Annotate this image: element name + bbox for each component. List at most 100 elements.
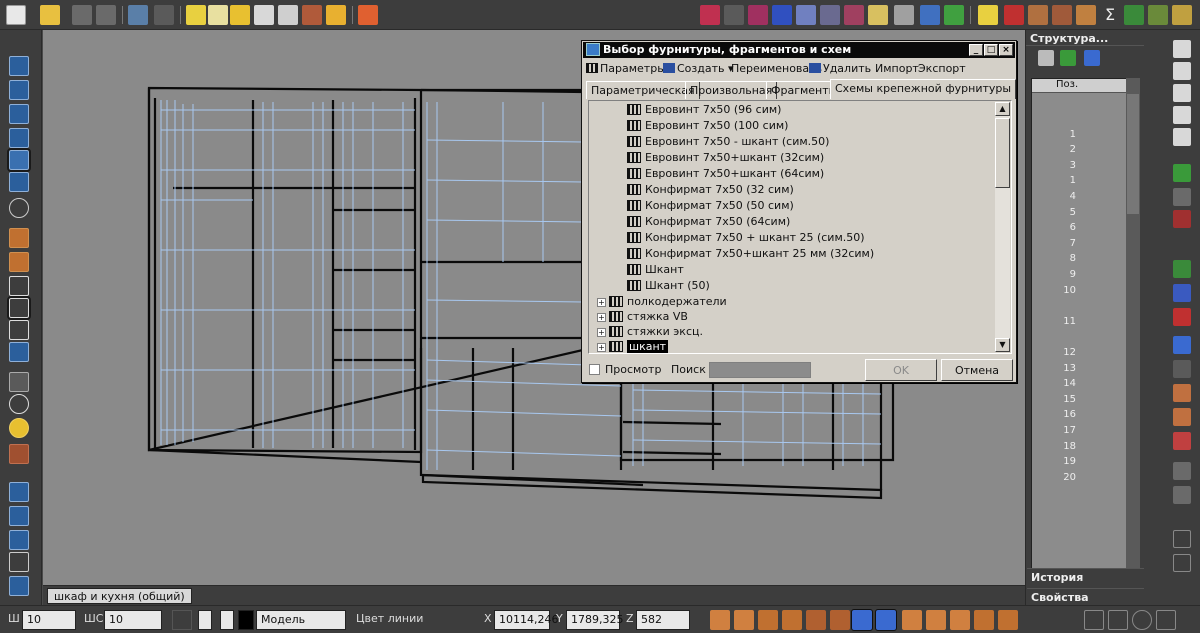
grid-icon[interactable] (230, 5, 250, 25)
clock-icon[interactable] (254, 5, 274, 25)
door-add-icon[interactable] (1173, 408, 1191, 426)
ungroup-icon[interactable] (1173, 486, 1191, 504)
tree-group-item[interactable]: + стяжка VB (597, 310, 688, 326)
tree-leaf-item[interactable]: Евровинт 7x50 (96 сим) (627, 103, 781, 119)
tree-leaf-item[interactable]: Евровинт 7x50+шкант (64сим) (627, 167, 824, 183)
circle-icon[interactable] (1132, 610, 1152, 630)
panel-icon[interactable] (1052, 5, 1072, 25)
tree-leaf-item[interactable]: Конфирмат 7x50 (64сим) (627, 215, 790, 231)
tools-icon[interactable] (1038, 50, 1054, 66)
close-button[interactable]: × (999, 44, 1013, 56)
triangle-icon[interactable] (1108, 610, 1128, 630)
redo-icon[interactable] (154, 5, 174, 25)
render-icon[interactable] (9, 394, 29, 414)
layout-icon[interactable] (9, 342, 29, 362)
position-number[interactable]: 1 (1032, 129, 1076, 140)
sum-icon[interactable]: Σ (1100, 5, 1120, 25)
step-input[interactable]: 10 (22, 610, 76, 630)
light-bulb-icon[interactable] (198, 610, 212, 630)
angle-step-input[interactable]: 10 (104, 610, 162, 630)
layer-select[interactable]: Модель (256, 610, 346, 630)
menu-delete[interactable]: Удалить (809, 62, 871, 75)
close-panel-icon[interactable] (1173, 40, 1191, 58)
group-icon[interactable] (1173, 462, 1191, 480)
y-coordinate[interactable]: 1789,325 (566, 610, 624, 630)
menu-parameters[interactable]: Параметры (586, 62, 666, 75)
notes-icon[interactable] (978, 5, 998, 25)
tree-leaf-item[interactable]: Шкант (627, 263, 684, 279)
check-icon[interactable] (1124, 5, 1144, 25)
position-number[interactable]: 11 (1032, 316, 1076, 327)
menu-import[interactable]: Импорт (875, 62, 919, 75)
copy-icon[interactable] (358, 5, 378, 25)
panel-green-icon[interactable] (1173, 260, 1191, 278)
magnifier-icon[interactable] (9, 552, 29, 572)
tree-leaf-item[interactable]: Евровинт 7x50 (100 сим) (627, 119, 788, 135)
arc-icon[interactable] (1156, 610, 1176, 630)
tree-group-item[interactable]: + полкодержатели (597, 295, 727, 311)
position-number[interactable]: 1 (1032, 175, 1076, 186)
ok-icon[interactable] (1173, 554, 1191, 572)
expand-icon[interactable]: + (597, 328, 606, 337)
snap-tool-13-icon[interactable] (998, 610, 1018, 630)
document-tab[interactable]: шкаф и кухня (общий) (47, 588, 192, 604)
hidden-line-icon[interactable] (9, 276, 29, 296)
position-number[interactable]: 18 (1032, 441, 1076, 452)
position-number[interactable]: 12 (1032, 347, 1076, 358)
position-number[interactable]: 4 (1032, 191, 1076, 202)
position-list[interactable]: Поз. 1 2 3 1 4 5 6 7 8 9 10 11 12 13 14 15 16 17 18 19 20 (1031, 78, 1135, 583)
position-number[interactable]: 9 (1032, 269, 1076, 280)
tree-leaf-item[interactable]: Конфирмат 7x50 (32 сим) (627, 183, 794, 199)
scroll-thumb[interactable] (995, 118, 1010, 188)
view-iso-icon[interactable] (9, 128, 29, 148)
tree-leaf-item[interactable]: Конфирмат 7x50+шкант 25 мм (32сим) (627, 247, 874, 263)
snap-tool-9-icon[interactable] (902, 610, 922, 630)
snap-tool-10-icon[interactable] (926, 610, 946, 630)
snap-axes-icon[interactable] (700, 5, 720, 25)
tree-group-item[interactable]: + стяжки эксц. (597, 325, 703, 341)
history-header[interactable]: История (1027, 568, 1144, 586)
snap-tool-2-icon[interactable] (734, 610, 754, 630)
tree-leaf-item[interactable]: Шкант (50) (627, 279, 710, 295)
panel-blue-icon[interactable] (1173, 284, 1191, 302)
position-number[interactable]: 14 (1032, 378, 1076, 389)
scissors-icon[interactable] (1004, 5, 1024, 25)
snap-tool-4-icon[interactable] (782, 610, 802, 630)
axis-icon[interactable] (1173, 530, 1191, 548)
position-number[interactable]: 7 (1032, 238, 1076, 249)
settings-icon[interactable] (1148, 5, 1168, 25)
material-cube-icon[interactable] (9, 444, 29, 464)
expand-icon[interactable]: + (597, 313, 606, 322)
rotate-icon[interactable] (9, 198, 29, 218)
menu-create[interactable]: Создать ▾ (663, 62, 734, 75)
position-number[interactable]: 15 (1032, 394, 1076, 405)
camera-icon[interactable] (9, 372, 29, 392)
expand-icon[interactable]: + (597, 298, 606, 307)
sheet-icon[interactable] (1173, 106, 1191, 124)
open-folder-icon[interactable] (40, 5, 60, 25)
layers-icon[interactable] (1173, 128, 1191, 146)
z-coordinate[interactable]: 582 (636, 610, 690, 630)
layer-color-swatch[interactable] (238, 610, 254, 630)
edit-list-icon[interactable] (1173, 84, 1191, 102)
zoom-extents-icon[interactable] (9, 506, 29, 526)
view-front-icon[interactable] (9, 56, 29, 76)
magnet-icon[interactable] (772, 5, 792, 25)
ruler-icon[interactable] (868, 5, 888, 25)
new-document-icon[interactable] (6, 5, 26, 25)
zoom-window-icon[interactable] (9, 482, 29, 502)
help-icon[interactable] (1084, 50, 1100, 66)
tree-leaf-item[interactable]: Евровинт 7x50 - шкант (сим.50) (627, 135, 829, 151)
properties-header[interactable]: Свойства (1027, 588, 1144, 606)
view-top-icon[interactable] (9, 80, 29, 100)
zoom-fit-icon[interactable] (9, 530, 29, 550)
position-number[interactable]: 20 (1032, 472, 1076, 483)
tree-scrollbar[interactable]: ▲ ▼ (995, 102, 1010, 352)
hardware-remove-icon[interactable] (1173, 210, 1191, 228)
wireframe-icon[interactable] (7, 296, 31, 320)
print-icon[interactable] (96, 5, 116, 25)
snap-tool-5-icon[interactable] (806, 610, 826, 630)
position-number[interactable]: 17 (1032, 425, 1076, 436)
snap-tool-6-icon[interactable] (830, 610, 850, 630)
snap-tool-11-icon[interactable] (950, 610, 970, 630)
